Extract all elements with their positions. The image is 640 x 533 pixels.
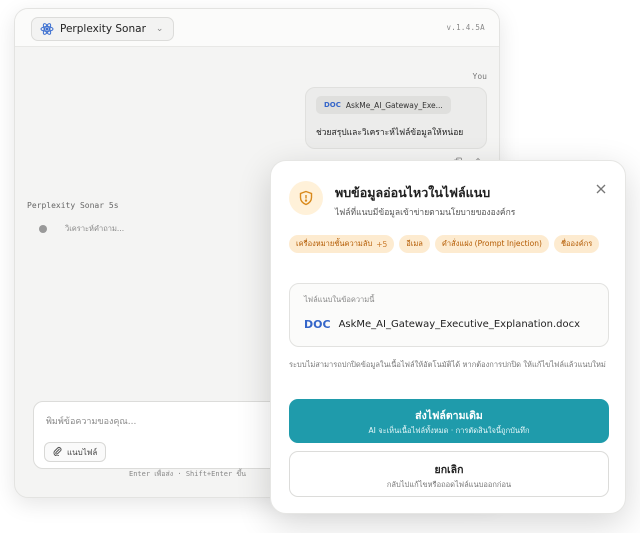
model-name: Perplexity Sonar <box>60 23 146 35</box>
send-anyway-sublabel: AI จะเห็นเนื้อไฟล์ทั้งหมด · การตัดสินใจน… <box>368 426 530 435</box>
cancel-button[interactable]: ยกเลิก กลับไปแก้ไขหรือถอดไฟล์แนบออกก่อน <box>289 451 609 497</box>
user-message-text: ช่วยสรุปและวิเคราะห์ไฟล์ข้อมูลให้หน่อย <box>316 128 464 138</box>
modal-title: พบข้อมูลอ่อนไหวในไฟล์แนบ <box>335 185 491 200</box>
message-attachment-chip[interactable]: DOC AskMe_AI_Gateway_Exe... <box>316 96 451 114</box>
model-picker[interactable]: Perplexity Sonar ⌄ <box>31 17 175 41</box>
thinking-text: วิเคราะห์คำถาม... <box>65 224 125 233</box>
attached-file-name: AskMe_AI_Gateway_Executive_Explanation.d… <box>338 319 581 330</box>
chevron-down-icon: ⌄ <box>155 24 164 34</box>
cancel-label: ยกเลิก <box>434 464 464 476</box>
attachment-name: AskMe_AI_Gateway_Exe... <box>345 100 443 110</box>
chip-label: อีเมล <box>406 239 423 248</box>
sensitive-data-modal: พบข้อมูลอ่อนไหวในไฟล์แนบ ไฟล์ที่แนบมีข้อ… <box>270 160 626 514</box>
cancel-sublabel: กลับไปแก้ไขหรือถอดไฟล์แนบออกก่อน <box>386 480 512 489</box>
redaction-notice: ระบบไม่สามารถปกปิดข้อมูลในเนื้อไฟล์ให้อั… <box>289 360 606 369</box>
chip-label: เครื่องหมายชั้นความลับ <box>296 239 373 248</box>
chip-extra-count: +5 <box>376 239 388 249</box>
thinking-indicator: วิเคราะห์คำถาม... <box>39 223 124 235</box>
chat-header: Perplexity Sonar ⌄ v.1.4.5A <box>15 9 499 47</box>
attached-file-box: ไฟล์แนบในข้อความนี้ DOC AskMe_AI_Gateway… <box>289 283 609 347</box>
send-anyway-button[interactable]: ส่งไฟล์ตามเดิม AI จะเห็นเนื้อไฟล์ทั้งหมด… <box>289 399 609 443</box>
attach-file-label: แนบไฟล์ <box>67 447 98 457</box>
attached-file-row: DOC AskMe_AI_Gateway_Executive_Explanati… <box>304 318 580 331</box>
version-label: v.1.4.5A <box>446 23 485 32</box>
detected-data-chips: เครื่องหมายชั้นความลับ +5 อีเมล คำสั่งแฝ… <box>289 235 609 253</box>
assistant-label: Perplexity Sonar 5s <box>27 201 119 210</box>
shield-icon <box>289 181 323 215</box>
close-icon[interactable] <box>593 181 609 197</box>
file-box-label: ไฟล์แนบในข้อความนี้ <box>304 295 375 304</box>
thinking-dot <box>39 225 47 233</box>
chip-label: ชื่อองค์กร <box>560 239 593 248</box>
chip-label: คำสั่งแฝง (Prompt Injection) <box>441 239 542 248</box>
you-label: You <box>472 72 487 81</box>
doc-type-badge: DOC <box>304 318 331 331</box>
composer-placeholder: พิมพ์ข้อความของคุณ... <box>46 417 137 427</box>
detected-chip: เครื่องหมายชั้นความลับ +5 <box>289 235 395 253</box>
attach-file-button[interactable]: แนบไฟล์ <box>44 442 107 462</box>
user-message-bubble: DOC AskMe_AI_Gateway_Exe... ช่วยสรุปและว… <box>305 87 487 149</box>
send-anyway-label: ส่งไฟล์ตามเดิม <box>415 410 483 422</box>
atom-icon <box>40 22 54 36</box>
detected-chip: อีเมล <box>399 235 430 253</box>
paperclip-icon <box>53 446 62 458</box>
detected-chip: คำสั่งแฝง (Prompt Injection) <box>434 235 549 253</box>
modal-subtitle: ไฟล์ที่แนบมีข้อมูลเข้าข่ายตามนโยบายขององ… <box>335 208 516 218</box>
doc-type-badge: DOC <box>324 101 341 109</box>
keyboard-hint: Enter เพื่อส่ง · Shift+Enter ขึ้น <box>129 470 246 478</box>
detected-chip: ชื่อองค์กร <box>553 235 600 253</box>
